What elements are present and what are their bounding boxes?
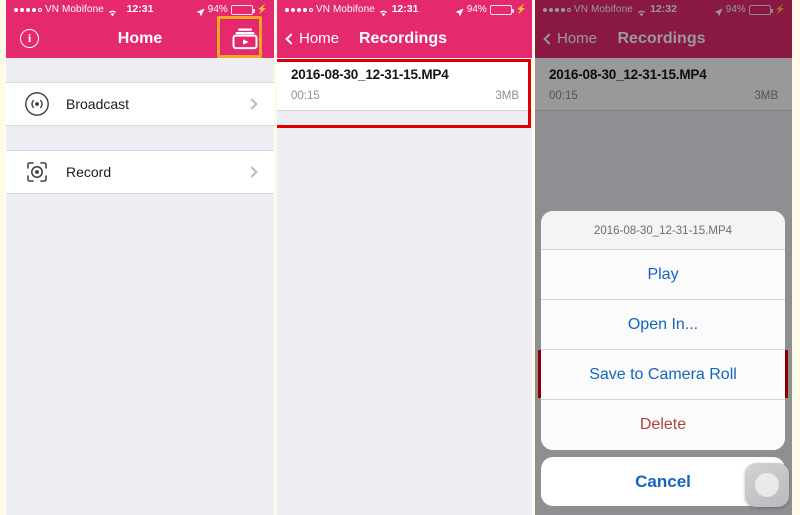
action-sheet-title: 2016-08-30_12-31-15.MP4 bbox=[541, 211, 785, 250]
recording-size: 3MB bbox=[495, 90, 519, 102]
chevron-right-icon bbox=[246, 98, 258, 110]
action-sheet-card: 2016-08-30_12-31-15.MP4 Play Open In... … bbox=[541, 211, 785, 450]
location-arrow-icon bbox=[455, 5, 464, 17]
status-bar: VN Mobifone 12:31 94% ⚡ bbox=[6, 0, 274, 19]
recordings-stack-icon[interactable] bbox=[232, 27, 258, 50]
chevron-right-icon bbox=[246, 166, 258, 178]
record-viewfinder-icon bbox=[24, 159, 50, 185]
sidebar-item-label: Broadcast bbox=[66, 96, 130, 112]
sidebar-item-label: Record bbox=[66, 164, 112, 180]
status-bar-right: 94% ⚡ bbox=[455, 0, 527, 19]
action-sheet-item-save-to-camera-roll[interactable]: Save to Camera Roll bbox=[541, 350, 785, 400]
phone-panel-recordings: VN Mobifone 12:31 94% ⚡ Home Recordings bbox=[277, 0, 533, 515]
lightning-bolt-icon: ⚡ bbox=[515, 4, 527, 14]
broadcast-antenna-icon bbox=[24, 91, 50, 117]
action-sheet: 2016-08-30_12-31-15.MP4 Play Open In... … bbox=[541, 211, 785, 506]
phone-panel-action-sheet: VN Mobifone 12:32 94% ⚡ Home Recordings bbox=[535, 0, 792, 515]
sidebar-item-record[interactable]: Record bbox=[6, 150, 274, 194]
lightning-bolt-icon: ⚡ bbox=[256, 4, 268, 14]
sidebar-item-broadcast[interactable]: Broadcast bbox=[6, 82, 274, 126]
assistive-touch-button[interactable] bbox=[745, 463, 789, 507]
screenshot-stage: VN Mobifone 12:31 94% ⚡ i Home Broadcast… bbox=[0, 0, 800, 515]
status-bar: VN Mobifone 12:31 94% ⚡ bbox=[277, 0, 533, 19]
status-bar-right: 94% ⚡ bbox=[196, 0, 268, 19]
action-sheet-item-open-in[interactable]: Open In... bbox=[541, 300, 785, 350]
recording-meta: 00:15 3MB bbox=[291, 90, 519, 102]
list-middle-spacer bbox=[6, 126, 274, 150]
phone-panel-home: VN Mobifone 12:31 94% ⚡ i Home Broadcast… bbox=[6, 0, 274, 515]
recording-list-item[interactable]: 2016-08-30_12-31-15.MP4 00:15 3MB bbox=[277, 58, 533, 111]
battery-percent-label: 94% bbox=[466, 4, 487, 15]
battery-icon bbox=[489, 4, 514, 15]
action-sheet-item-delete[interactable]: Delete bbox=[541, 400, 785, 450]
location-arrow-icon bbox=[196, 5, 205, 17]
navigation-bar: i Home bbox=[6, 19, 274, 58]
battery-percent-label: 94% bbox=[207, 4, 228, 15]
recording-duration: 00:15 bbox=[291, 90, 320, 102]
recording-file-name: 2016-08-30_12-31-15.MP4 bbox=[291, 67, 449, 82]
navigation-bar: Home Recordings bbox=[277, 19, 533, 58]
panel-seam-left bbox=[274, 0, 277, 515]
battery-icon bbox=[230, 4, 255, 15]
action-sheet-item-play[interactable]: Play bbox=[541, 250, 785, 300]
chevron-left-icon bbox=[285, 32, 297, 45]
page-title: Recordings bbox=[358, 30, 447, 47]
list-top-spacer bbox=[6, 58, 274, 82]
